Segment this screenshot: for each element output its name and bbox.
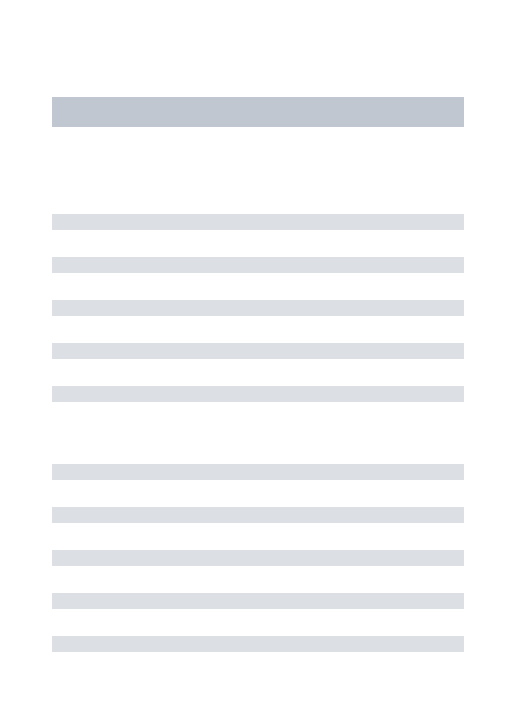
text-line-placeholder — [52, 343, 464, 359]
text-line-placeholder — [52, 593, 464, 609]
text-line-placeholder — [52, 300, 464, 316]
text-line-placeholder — [52, 214, 464, 230]
text-line-placeholder — [52, 386, 464, 402]
text-line-placeholder — [52, 507, 464, 523]
text-line-placeholder — [52, 257, 464, 273]
text-line-placeholder — [52, 636, 464, 652]
text-line-placeholder — [52, 550, 464, 566]
paragraph-placeholder-2 — [52, 464, 464, 652]
skeleton-container — [0, 0, 516, 652]
title-placeholder — [52, 97, 464, 127]
text-line-placeholder — [52, 464, 464, 480]
paragraph-placeholder-1 — [52, 214, 464, 402]
